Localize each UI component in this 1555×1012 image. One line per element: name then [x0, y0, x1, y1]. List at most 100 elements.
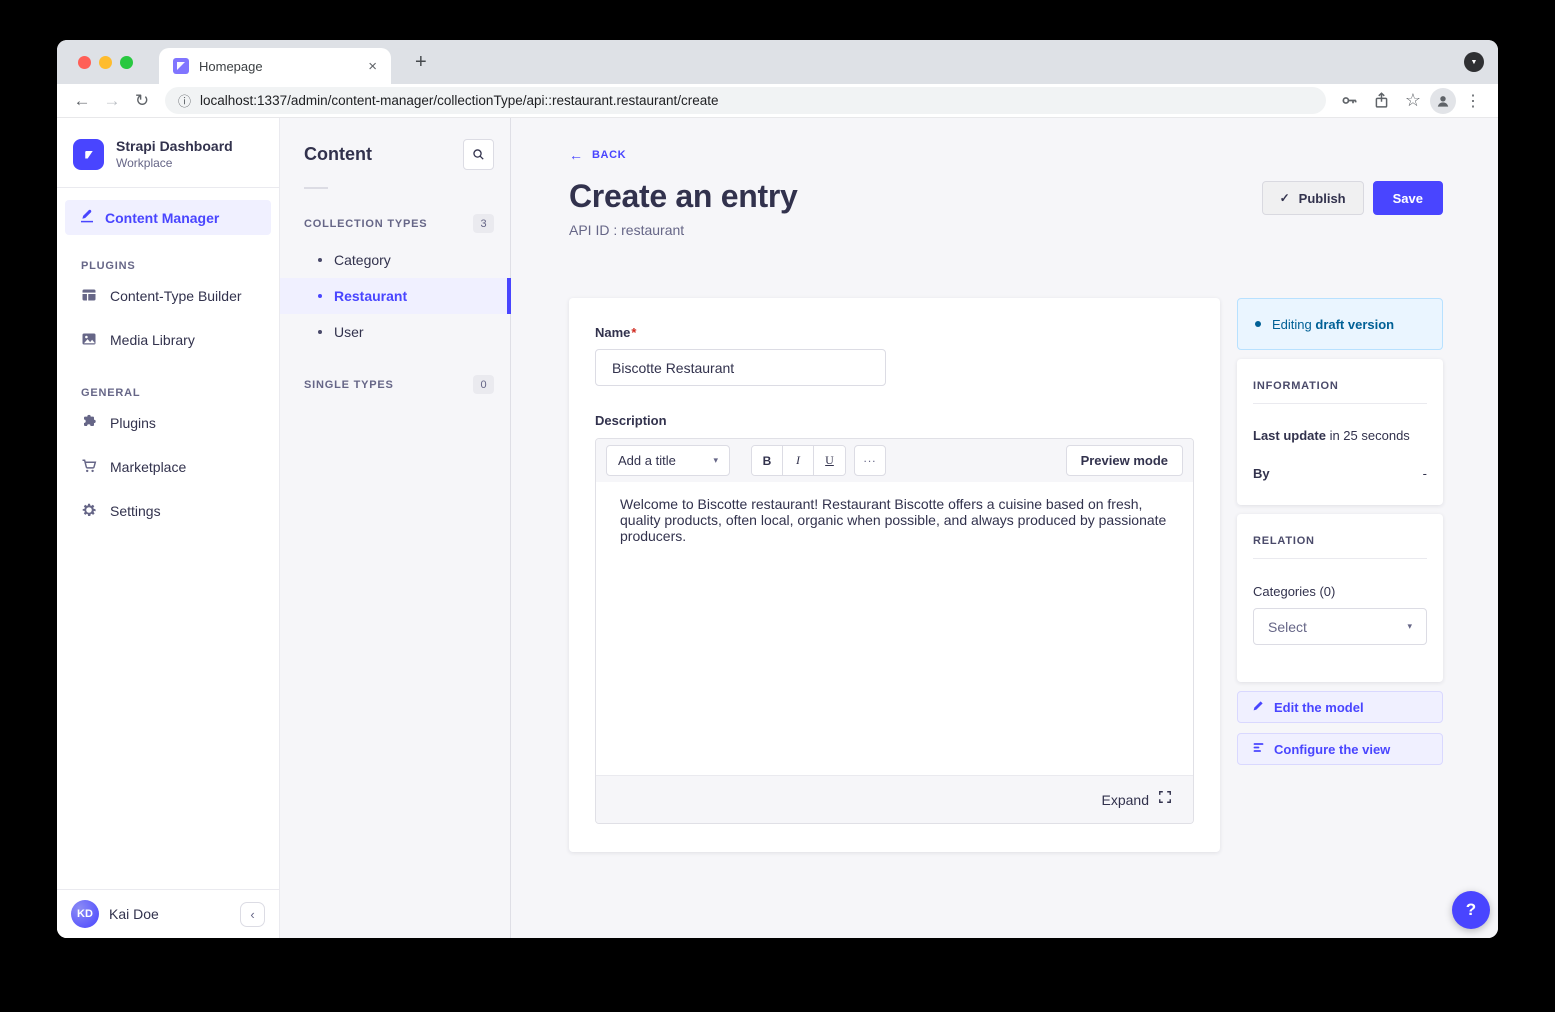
editor-footer: Expand: [596, 775, 1193, 823]
search-button[interactable]: [463, 139, 494, 170]
configure-view-button[interactable]: Configure the view: [1237, 733, 1443, 765]
user-avatar[interactable]: KD: [71, 900, 99, 928]
name-input[interactable]: [595, 349, 886, 386]
preview-mode-button[interactable]: Preview mode: [1066, 445, 1183, 476]
sidebar-section-general: GENERAL: [57, 362, 279, 401]
toolbar-right-icons: ☆ ⋮: [1334, 87, 1488, 115]
single-types-count-badge: 0: [473, 375, 494, 394]
expand-label: Expand: [1102, 792, 1149, 808]
collection-types-heading: COLLECTION TYPES: [304, 218, 427, 230]
more-formats-button[interactable]: ...: [854, 445, 886, 476]
by-value: -: [1423, 466, 1427, 481]
draft-prefix: Editing: [1272, 317, 1312, 332]
site-info-icon[interactable]: ⓘ: [178, 91, 191, 110]
bold-button[interactable]: B: [752, 446, 783, 475]
back-arrow-icon: ←: [569, 148, 583, 162]
by-label: By: [1253, 466, 1270, 481]
subnav-item-label: Restaurant: [334, 288, 407, 304]
forward-navigation-icon[interactable]: →: [97, 91, 127, 111]
sidebar-footer: KD Kai Doe ‹: [57, 889, 279, 938]
underline-button[interactable]: U: [814, 446, 845, 475]
tab-close-icon[interactable]: ×: [364, 58, 381, 75]
name-label-text: Name: [595, 325, 630, 340]
last-update-label: Last update: [1253, 428, 1326, 443]
main-content: ← BACK Create an entry API ID : restaura…: [511, 118, 1498, 938]
picture-icon: [81, 331, 97, 350]
title-select-value: Add a title: [618, 453, 676, 468]
sidebar-item-label: Content Manager: [105, 210, 219, 226]
configure-view-label: Configure the view: [1274, 742, 1390, 757]
content-manager-pen-icon: [79, 208, 95, 227]
publish-button[interactable]: ✓ Publish: [1262, 181, 1364, 215]
collapse-sidebar-button[interactable]: ‹: [240, 902, 265, 927]
browser-toolbar: ← → ↻ ⓘ localhost:1337/admin/content-man…: [57, 84, 1498, 118]
divider: [1253, 403, 1427, 404]
title-style-select[interactable]: Add a title ▾: [606, 445, 730, 476]
strapi-logo: [73, 139, 104, 170]
back-link[interactable]: ← BACK: [569, 148, 626, 162]
subnav-item-category[interactable]: Category: [280, 242, 510, 278]
sidebar-item-marketplace[interactable]: Marketplace: [57, 445, 279, 489]
share-icon[interactable]: [1366, 87, 1396, 115]
sidebar-item-content-type-builder[interactable]: Content-Type Builder: [57, 274, 279, 318]
strapi-app: Strapi Dashboard Workplace Content Manag…: [57, 118, 1498, 938]
browser-tab[interactable]: Homepage ×: [159, 48, 391, 84]
sidebar-item-content-manager[interactable]: Content Manager: [65, 200, 271, 235]
draft-status-banner: Editing draft version: [1237, 298, 1443, 350]
bullet-icon: [318, 330, 322, 334]
categories-select[interactable]: Select ▾: [1253, 608, 1427, 645]
save-button[interactable]: Save: [1373, 181, 1443, 215]
by-row: By -: [1253, 466, 1427, 481]
right-panel: Editing draft version INFORMATION Last u…: [1237, 298, 1443, 852]
check-icon: ✓: [1280, 191, 1290, 205]
editor-toolbar: Add a title ▾ B I U ... Preview mode: [596, 439, 1193, 482]
browser-menu-icon[interactable]: ⋮: [1458, 87, 1488, 115]
format-button-group: B I U: [751, 445, 846, 476]
divider: [1253, 558, 1427, 559]
italic-button[interactable]: I: [783, 446, 814, 475]
bookmark-star-icon[interactable]: ☆: [1398, 87, 1428, 115]
caret-down-icon: ▾: [713, 455, 718, 466]
configure-lines-icon: [1252, 741, 1265, 757]
workspace-title: Strapi Dashboard: [116, 138, 233, 154]
workspace-brand[interactable]: Strapi Dashboard Workplace: [57, 118, 279, 188]
description-field-label: Description: [595, 413, 1194, 428]
api-id-subtitle: API ID : restaurant: [569, 222, 798, 238]
browser-profile-chevron-icon[interactable]: ▼: [1464, 52, 1484, 72]
single-types-heading: SINGLE TYPES: [304, 379, 394, 391]
tab-title: Homepage: [199, 59, 364, 74]
traffic-lights: [78, 56, 133, 69]
workspace-subtitle: Workplace: [116, 156, 233, 170]
name-field-label: Name*: [595, 325, 1194, 340]
reload-icon[interactable]: ↻: [127, 91, 157, 111]
main-sidebar: Strapi Dashboard Workplace Content Manag…: [57, 118, 280, 938]
back-navigation-icon[interactable]: ←: [67, 91, 97, 111]
shopping-cart-icon: [81, 458, 97, 477]
sidebar-item-media-library[interactable]: Media Library: [57, 318, 279, 362]
browser-avatar-icon[interactable]: [1430, 88, 1456, 114]
close-window-button[interactable]: [78, 56, 91, 69]
password-key-icon[interactable]: [1334, 87, 1364, 115]
help-button[interactable]: ?: [1452, 891, 1490, 929]
new-tab-button[interactable]: +: [409, 50, 433, 74]
gear-icon: [81, 502, 97, 521]
draft-status-text: Editing draft version: [1272, 317, 1394, 332]
expand-icon[interactable]: [1158, 790, 1172, 809]
minimize-window-button[interactable]: [99, 56, 112, 69]
back-label: BACK: [592, 149, 626, 161]
sidebar-item-plugins[interactable]: Plugins: [57, 401, 279, 445]
address-bar[interactable]: ⓘ localhost:1337/admin/content-manager/c…: [165, 87, 1326, 114]
user-name: Kai Doe: [109, 906, 240, 922]
description-textarea[interactable]: Welcome to Biscotte restaurant! Restaura…: [596, 482, 1193, 775]
maximize-window-button[interactable]: [120, 56, 133, 69]
subnav-item-restaurant[interactable]: Restaurant: [280, 278, 510, 314]
select-placeholder: Select: [1268, 619, 1307, 635]
browser-window: Homepage × + ▼ ← → ↻ ⓘ localhost:1337/ad…: [57, 40, 1498, 938]
page-title: Create an entry: [569, 178, 798, 215]
sidebar-item-settings[interactable]: Settings: [57, 489, 279, 533]
layout-grid-icon: [81, 287, 97, 306]
last-update-value: in 25 seconds: [1326, 428, 1410, 443]
subnav-item-user[interactable]: User: [280, 314, 510, 350]
status-dot-icon: [1255, 321, 1261, 327]
edit-model-button[interactable]: Edit the model: [1237, 691, 1443, 723]
